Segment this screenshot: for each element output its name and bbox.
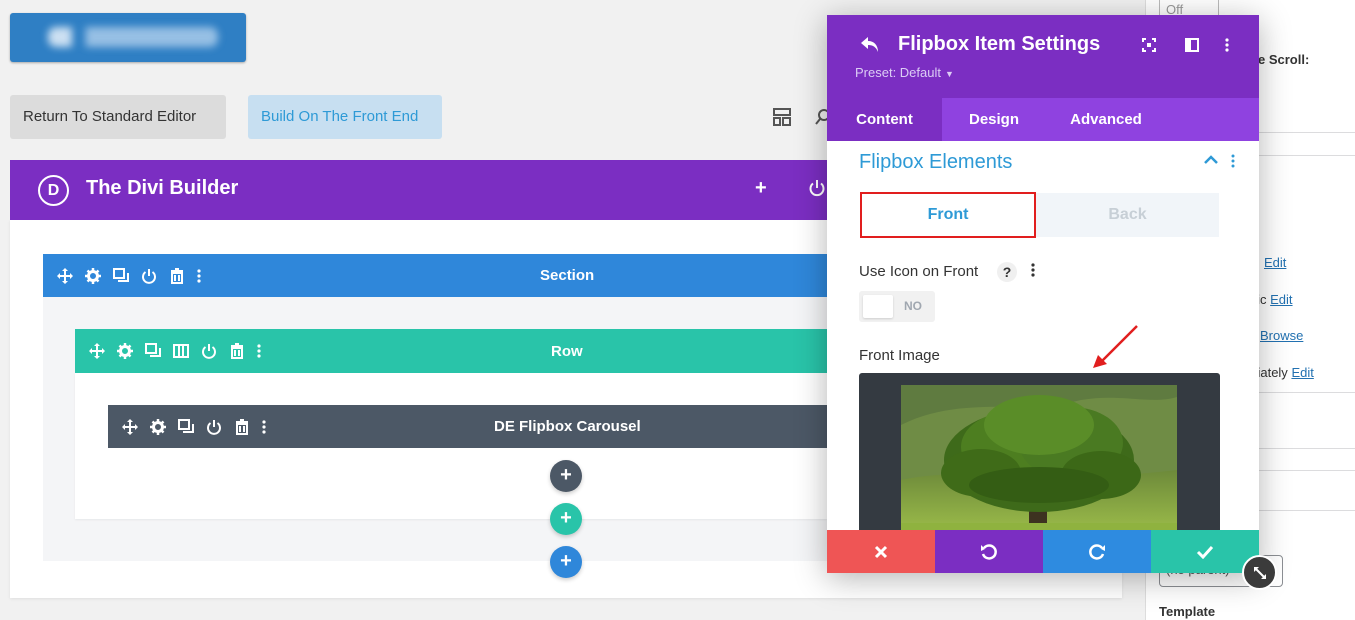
power-icon[interactable] bbox=[808, 179, 826, 197]
edit-status-link[interactable]: Edit bbox=[1264, 255, 1286, 270]
front-image-preview bbox=[901, 385, 1177, 533]
trash-icon[interactable] bbox=[169, 267, 185, 284]
flipbox-elements-heading[interactable]: Flipbox Elements bbox=[859, 151, 1012, 174]
return-standard-editor-button[interactable]: Return To Standard Editor bbox=[10, 95, 226, 139]
redo-icon bbox=[1088, 543, 1106, 561]
browse-revisions-link[interactable]: Browse bbox=[1260, 328, 1303, 343]
divi-builder-header: D The Divi Builder + bbox=[10, 160, 827, 220]
redo-button[interactable] bbox=[1043, 530, 1151, 573]
duplicate-icon[interactable] bbox=[178, 418, 194, 435]
edit-visibility-link[interactable]: Edit bbox=[1270, 292, 1292, 307]
duplicate-icon[interactable] bbox=[113, 267, 129, 284]
annotation-arrow-icon bbox=[1085, 322, 1145, 372]
back-toggle-button[interactable]: Back bbox=[1036, 193, 1219, 237]
tab-design[interactable]: Design bbox=[942, 98, 1046, 141]
section-label: Section bbox=[540, 267, 595, 284]
gear-icon[interactable] bbox=[150, 418, 166, 435]
modal-tabs: Content Design Advanced bbox=[827, 98, 1259, 141]
help-icon[interactable]: ? bbox=[997, 262, 1017, 282]
resize-handle[interactable] bbox=[1242, 555, 1277, 590]
edit-publish-link[interactable]: Edit bbox=[1291, 365, 1313, 380]
more-vertical-icon[interactable] bbox=[257, 343, 261, 359]
front-toggle-button[interactable]: Front bbox=[860, 192, 1036, 238]
layout-icon[interactable] bbox=[773, 108, 791, 126]
modal-title: Flipbox Item Settings bbox=[898, 33, 1101, 55]
move-icon[interactable] bbox=[89, 343, 105, 359]
use-icon-toggle[interactable]: NO bbox=[859, 291, 935, 322]
tab-content[interactable]: Content bbox=[827, 98, 942, 141]
scroll-option-label: e Scroll: bbox=[1258, 52, 1310, 67]
add-layout-button[interactable]: + bbox=[755, 177, 767, 200]
tab-advanced[interactable]: Advanced bbox=[1046, 98, 1166, 141]
columns-icon[interactable] bbox=[173, 343, 189, 359]
flipbox-item-settings-modal: Flipbox Item Settings Preset: Default ▼ C… bbox=[827, 15, 1259, 573]
close-icon bbox=[874, 545, 888, 559]
chevron-up-icon[interactable] bbox=[1204, 155, 1218, 165]
row-bar[interactable]: Row bbox=[75, 329, 827, 373]
divi-builder-title: The Divi Builder bbox=[86, 177, 239, 199]
module-bar[interactable]: DE Flipbox Carousel bbox=[108, 405, 827, 448]
section-bar[interactable]: Section bbox=[43, 254, 827, 297]
gear-icon[interactable] bbox=[85, 267, 101, 284]
undo-icon bbox=[980, 543, 998, 561]
trash-icon[interactable] bbox=[229, 343, 245, 359]
duplicate-icon[interactable] bbox=[145, 343, 161, 359]
more-vertical-icon[interactable] bbox=[1225, 38, 1229, 52]
more-vertical-icon[interactable] bbox=[1231, 154, 1235, 168]
gear-icon[interactable] bbox=[117, 343, 133, 359]
front-image-upload[interactable] bbox=[859, 373, 1220, 533]
preset-selector[interactable]: Preset: Default ▼ bbox=[855, 65, 954, 80]
trash-icon[interactable] bbox=[234, 418, 250, 435]
power-icon[interactable] bbox=[141, 268, 157, 284]
modal-action-bar bbox=[827, 530, 1259, 573]
build-front-end-button[interactable]: Build On The Front End bbox=[248, 95, 442, 139]
modal-header: Flipbox Item Settings Preset: Default ▼ bbox=[827, 15, 1259, 98]
more-vertical-icon[interactable] bbox=[197, 268, 201, 284]
row-label: Row bbox=[551, 342, 583, 360]
more-vertical-icon[interactable] bbox=[262, 419, 266, 435]
undo-button[interactable] bbox=[935, 530, 1043, 573]
move-icon[interactable] bbox=[57, 267, 73, 284]
preset-label: Preset: Default bbox=[855, 65, 941, 80]
power-icon[interactable] bbox=[206, 419, 222, 435]
caret-down-icon: ▼ bbox=[945, 69, 954, 79]
module-label: DE Flipbox Carousel bbox=[494, 418, 641, 435]
use-icon-label: Use Icon on Front bbox=[859, 263, 979, 280]
add-module-button[interactable]: + bbox=[550, 460, 582, 492]
move-icon[interactable] bbox=[122, 418, 138, 435]
split-view-icon[interactable] bbox=[1185, 38, 1199, 52]
more-vertical-icon[interactable] bbox=[1031, 262, 1035, 278]
undo-arrow-icon[interactable] bbox=[860, 36, 880, 54]
template-label: Template bbox=[1159, 604, 1216, 619]
expand-icon[interactable] bbox=[1142, 38, 1156, 52]
toggle-knob bbox=[863, 295, 893, 318]
add-row-button[interactable]: + bbox=[550, 503, 582, 535]
blurred-top-button[interactable] bbox=[10, 13, 246, 62]
divi-logo: D bbox=[38, 175, 69, 206]
power-icon[interactable] bbox=[201, 343, 217, 359]
toggle-value: NO bbox=[904, 299, 922, 313]
add-section-button[interactable]: + bbox=[550, 546, 582, 578]
check-icon bbox=[1196, 545, 1214, 559]
blurred-button-label bbox=[48, 27, 218, 47]
front-image-label: Front Image bbox=[859, 347, 940, 364]
resize-icon bbox=[1252, 565, 1268, 581]
discard-button[interactable] bbox=[827, 530, 935, 573]
